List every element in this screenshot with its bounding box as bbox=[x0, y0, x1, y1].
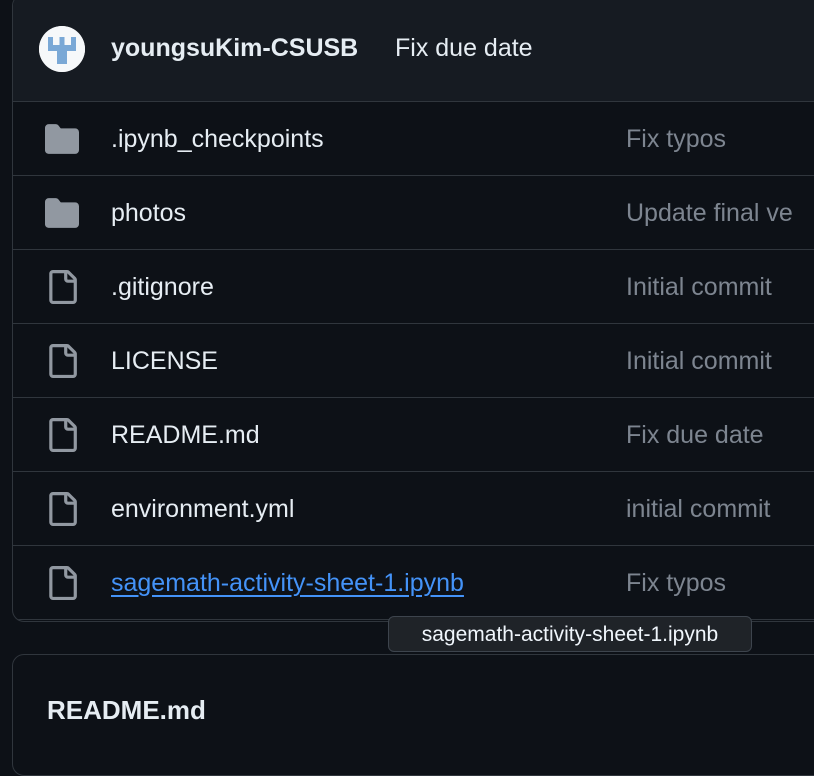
file-icon bbox=[45, 270, 79, 304]
readme-box: README.md bbox=[12, 654, 814, 776]
folder-row[interactable]: .ipynb_checkpoints Fix typos bbox=[13, 102, 814, 176]
file-name-link[interactable]: .ipynb_checkpoints bbox=[111, 123, 324, 155]
filename-tooltip: sagemath-activity-sheet-1.ipynb bbox=[388, 616, 752, 652]
identicon-avatar-icon bbox=[39, 26, 85, 72]
file-icon bbox=[45, 492, 79, 526]
last-commit-message-link[interactable]: Fix typos bbox=[626, 567, 726, 599]
file-icon bbox=[45, 344, 79, 378]
last-commit-message-link[interactable]: initial commit bbox=[626, 493, 770, 525]
folder-row[interactable]: photos Update final ve bbox=[13, 176, 814, 250]
commit-message-link[interactable]: Fix due date bbox=[395, 33, 533, 63]
file-row[interactable]: sagemath-activity-sheet-1.ipynb Fix typos bbox=[13, 546, 814, 620]
file-name-link[interactable]: photos bbox=[111, 197, 186, 229]
author-avatar[interactable] bbox=[39, 26, 85, 72]
file-icon bbox=[45, 418, 79, 452]
file-list-box: youngsuKim-CSUSB Fix due date .ipynb_che… bbox=[12, 0, 814, 622]
file-name-link[interactable]: sagemath-activity-sheet-1.ipynb bbox=[111, 567, 464, 599]
commit-author-link[interactable]: youngsuKim-CSUSB bbox=[111, 33, 358, 63]
file-icon bbox=[45, 566, 79, 600]
file-row[interactable]: LICENSE Initial commit bbox=[13, 324, 814, 398]
file-name-link[interactable]: LICENSE bbox=[111, 345, 218, 377]
file-row[interactable]: environment.yml initial commit bbox=[13, 472, 814, 546]
file-name-link[interactable]: README.md bbox=[111, 419, 260, 451]
file-name-link[interactable]: environment.yml bbox=[111, 493, 294, 525]
last-commit-message-link[interactable]: Fix due date bbox=[626, 419, 764, 451]
last-commit-message-link[interactable]: Initial commit bbox=[626, 271, 772, 303]
folder-icon bbox=[45, 122, 79, 156]
file-name-link[interactable]: .gitignore bbox=[111, 271, 214, 303]
readme-title: README.md bbox=[47, 695, 206, 725]
file-row[interactable]: README.md Fix due date bbox=[13, 398, 814, 472]
last-commit-message-link[interactable]: Initial commit bbox=[626, 345, 772, 377]
latest-commit-header: youngsuKim-CSUSB Fix due date bbox=[13, 0, 814, 102]
folder-icon bbox=[45, 196, 79, 230]
last-commit-message-link[interactable]: Fix typos bbox=[626, 123, 726, 155]
last-commit-message-link[interactable]: Update final ve bbox=[626, 197, 793, 229]
file-row[interactable]: .gitignore Initial commit bbox=[13, 250, 814, 324]
